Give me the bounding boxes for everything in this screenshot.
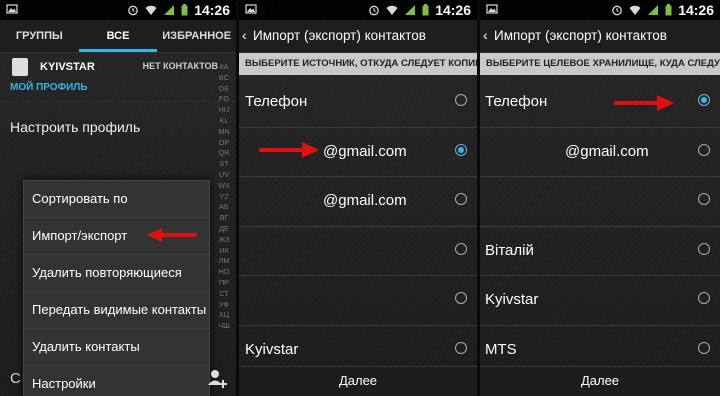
- radio-button[interactable]: [698, 292, 710, 304]
- row-label: MTS: [485, 340, 517, 358]
- screenshot-notification-icon: [245, 4, 257, 14]
- back-chevron-icon[interactable]: ‹: [242, 27, 247, 43]
- target-instruction: ВЫБЕРИТЕ ЦЕЛЕВОЕ ХРАНИЛИЩЕ, КУДА СЛЕДУЕТ…: [480, 53, 720, 75]
- screen-title[interactable]: Импорт (экспорт) контактов: [494, 28, 667, 43]
- footer-bar: Далее: [239, 366, 477, 396]
- footer-bar: Далее: [480, 366, 720, 396]
- tab-all[interactable]: ВСЕ: [78, 20, 158, 52]
- target-list: Телефон @gmail.com Віталій Kyivstar MTS: [480, 78, 720, 374]
- wifi-icon: [629, 5, 641, 15]
- row-label: Телефон: [245, 93, 308, 110]
- radio-button[interactable]: [455, 193, 467, 205]
- source-row-empty-2[interactable]: [239, 276, 477, 326]
- target-row-vitalii[interactable]: Віталій: [480, 227, 720, 276]
- menu-item-share-visible[interactable]: Передать видимые контакты: [24, 292, 209, 329]
- alphabet-index[interactable]: #ABCDEFGHIJKLMNOPQRSTUVWXYZАБВГДЕЖЗИКЛМН…: [218, 62, 230, 332]
- menu-item-delete-contacts[interactable]: Удалить контакты: [24, 329, 209, 366]
- battery-icon: [422, 4, 429, 16]
- menu-item-settings[interactable]: Настройки: [24, 366, 209, 396]
- next-button[interactable]: Далее: [480, 373, 720, 388]
- battery-icon: [181, 4, 188, 16]
- radio-button[interactable]: [455, 341, 467, 354]
- source-row-phone[interactable]: Телефон: [239, 78, 477, 128]
- import-target-screen: 14:26 ‹ Импорт (экспорт) контактов ВЫБЕР…: [480, 0, 720, 396]
- alarm-icon: [612, 5, 623, 16]
- red-arrow-annotation: [259, 142, 319, 158]
- radio-button[interactable]: [698, 143, 710, 156]
- contacts-screen: 14:26 ГРУППЫ ВСЕ ИЗБРАННОЕ KYIVSTAR НЕТ …: [0, 0, 236, 396]
- setup-profile-link[interactable]: Настроить профиль: [10, 119, 140, 135]
- screenshot-collage: 14:26 ГРУППЫ ВСЕ ИЗБРАННОЕ KYIVSTAR НЕТ …: [0, 0, 720, 396]
- radio-button-selected[interactable]: [455, 143, 467, 156]
- source-row-gmail-2[interactable]: @gmail.com: [239, 177, 477, 227]
- contacts-tabs: ГРУППЫ ВСЕ ИЗБРАННОЕ: [0, 20, 236, 53]
- source-instruction: ВЫБЕРИТЕ ИСТОЧНИК, ОТКУДА СЛЕДУЕТ КОПИРО…: [239, 53, 477, 75]
- back-chevron-icon[interactable]: ‹: [483, 27, 488, 43]
- source-list: Телефон @gmail.com @gmail.com Kyivstar: [239, 78, 477, 374]
- status-time: 14:26: [194, 2, 230, 18]
- row-label: Телефон: [485, 93, 548, 110]
- wifi-icon: [145, 5, 157, 15]
- wifi-icon: [386, 5, 398, 15]
- action-bar: ‹ Импорт (экспорт) контактов: [239, 20, 477, 53]
- alarm-icon: [369, 5, 380, 16]
- row-label: @gmail.com: [323, 192, 407, 209]
- status-time: 14:26: [435, 2, 471, 18]
- menu-item-delete-duplicates[interactable]: Удалить повторяющиеся: [24, 255, 209, 292]
- row-label: Kyivstar: [485, 291, 539, 308]
- options-menu: Сортировать по Импорт/экспорт Удалить по…: [23, 180, 210, 396]
- row-label: @gmail.com: [323, 142, 407, 160]
- signal-icon: [648, 5, 659, 15]
- radio-button-selected[interactable]: [698, 94, 710, 106]
- status-bar: 14:26: [239, 0, 477, 20]
- radio-button[interactable]: [455, 242, 467, 255]
- signal-icon: [405, 5, 416, 15]
- next-button[interactable]: Далее: [239, 373, 477, 388]
- screenshot-notification-icon: [6, 4, 18, 14]
- source-row-empty-1[interactable]: [239, 227, 477, 276]
- status-bar: 14:26: [0, 0, 236, 20]
- red-arrow-annotation: [147, 228, 197, 242]
- red-arrow-annotation: [614, 95, 674, 111]
- sim-card-icon: [12, 58, 28, 76]
- radio-button[interactable]: [455, 94, 467, 106]
- radio-button[interactable]: [455, 292, 467, 304]
- bottom-letter: С: [10, 370, 21, 387]
- tab-groups[interactable]: ГРУППЫ: [0, 20, 79, 52]
- row-label: Віталій: [485, 241, 534, 259]
- profile-name: KYIVSTAR: [40, 61, 95, 73]
- target-row-phone[interactable]: Телефон: [480, 78, 720, 128]
- alarm-icon: [128, 5, 139, 16]
- my-profile-row[interactable]: KYIVSTAR НЕТ КОНТАКТОВ МОЙ ПРОФИЛЬ: [0, 53, 236, 102]
- screenshot-notification-icon: [486, 4, 498, 14]
- menu-item-sort[interactable]: Сортировать по: [24, 181, 209, 218]
- action-bar: ‹ Импорт (экспорт) контактов: [480, 20, 720, 53]
- screen-title[interactable]: Импорт (экспорт) контактов: [253, 28, 426, 43]
- my-profile-label: МОЙ ПРОФИЛЬ: [10, 82, 88, 93]
- radio-button[interactable]: [698, 242, 710, 255]
- target-row-gmail[interactable]: @gmail.com: [480, 128, 720, 177]
- signal-icon: [164, 5, 175, 15]
- tab-favorites[interactable]: ИЗБРАННОЕ: [157, 20, 236, 52]
- import-source-screen: 14:26 ‹ Импорт (экспорт) контактов ВЫБЕР…: [239, 0, 477, 396]
- status-bar: 14:26: [480, 0, 720, 20]
- radio-button[interactable]: [698, 341, 710, 354]
- row-label: @gmail.com: [565, 142, 649, 160]
- status-time: 14:26: [678, 2, 714, 18]
- row-label: Kyivstar: [245, 340, 299, 358]
- add-contact-icon[interactable]: [207, 368, 229, 390]
- target-row-empty[interactable]: [480, 177, 720, 227]
- target-row-kyivstar[interactable]: Kyivstar: [480, 276, 720, 326]
- radio-button[interactable]: [698, 193, 710, 205]
- no-contacts-label: НЕТ КОНТАКТОВ: [142, 61, 218, 71]
- battery-icon: [665, 4, 672, 16]
